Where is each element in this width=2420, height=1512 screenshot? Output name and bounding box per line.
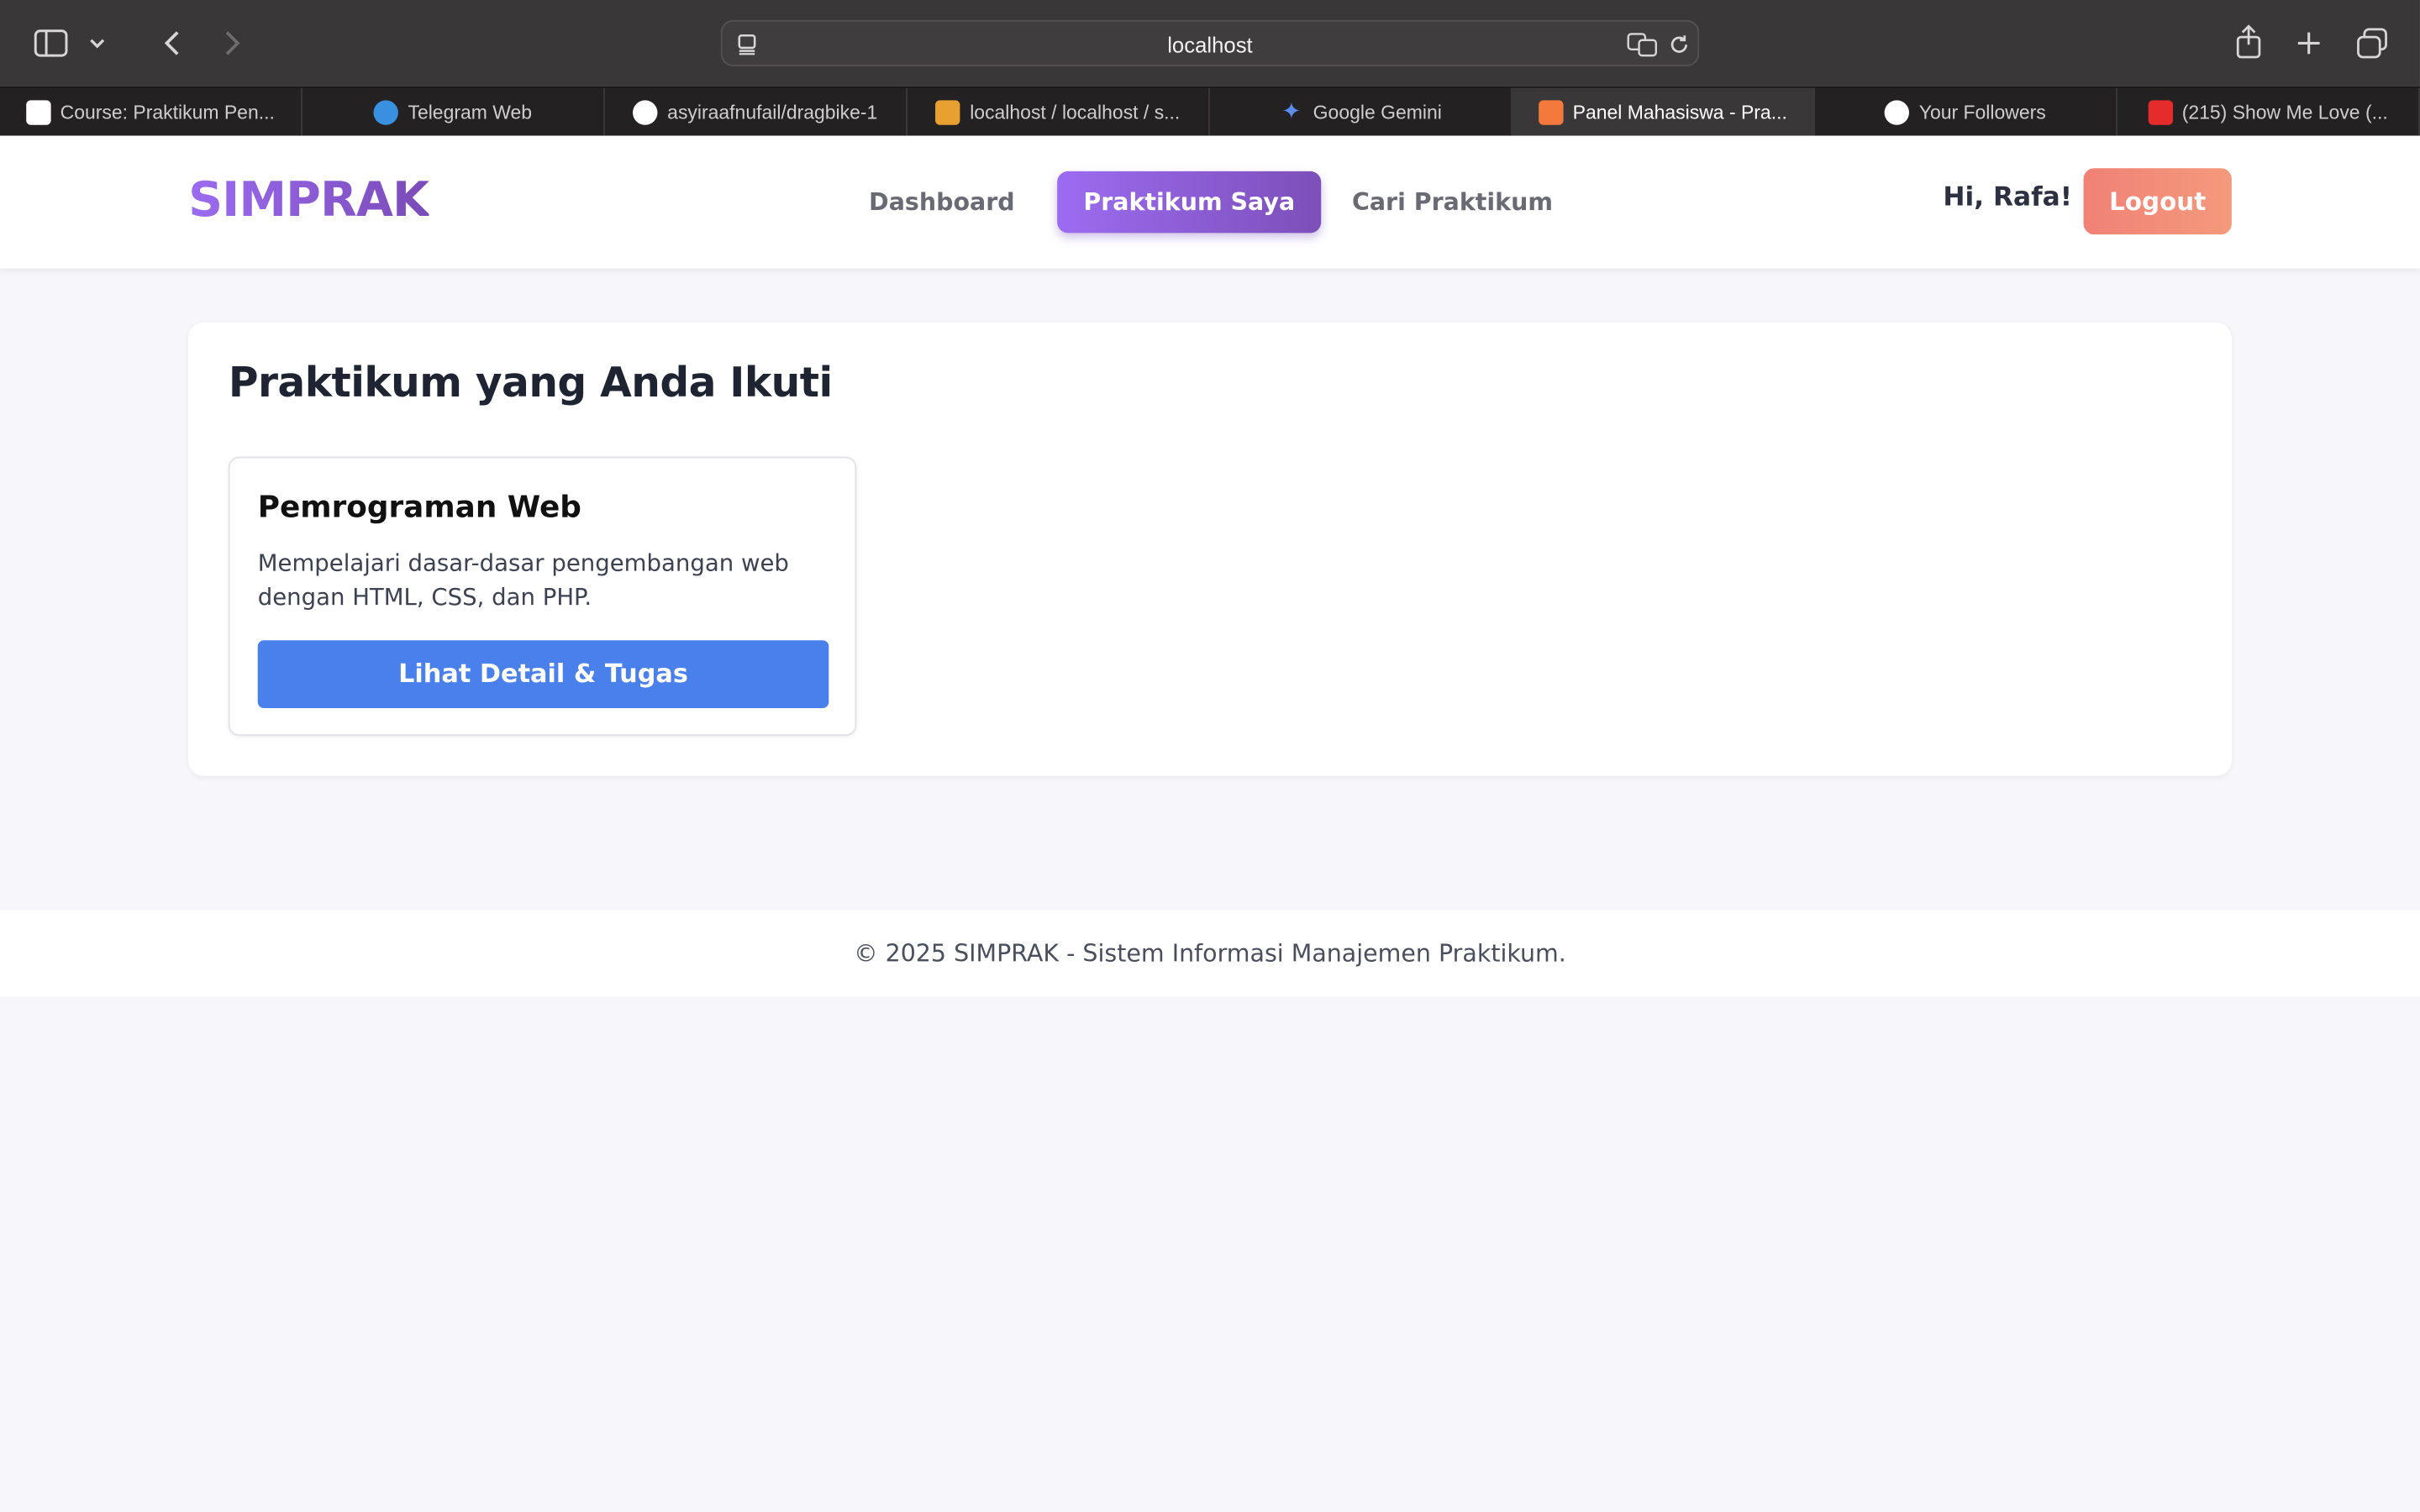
tab-label: asyiraafnufail/dragbike-1: [667, 102, 878, 123]
brand-logo[interactable]: SIMPRAK: [188, 166, 429, 234]
gemini-icon: ✦: [1281, 98, 1302, 125]
browser-tab[interactable]: localhost / localhost / s...: [908, 87, 1210, 138]
nav-praktikum-saya[interactable]: Praktikum Saya: [1057, 171, 1322, 234]
github-icon: [633, 100, 659, 125]
course-description: Mempelajari dasar-dasar pengembangan web…: [257, 549, 789, 612]
browser-toolbar: localhost: [0, 0, 2420, 87]
youtube-icon: [2148, 100, 2173, 125]
tab-strip: Course: Praktikum Pen... Telegram Web asyi…: [0, 86, 2420, 138]
course-card: Pemrograman Web Mempelajari dasar-dasar …: [228, 456, 857, 737]
moodle-icon: [26, 100, 51, 125]
url-text: localhost: [1167, 32, 1253, 57]
browser-tab[interactable]: Course: Praktikum Pen...: [0, 87, 302, 138]
tab-label: (215) Show Me Love (...: [2181, 102, 2388, 123]
nav-cari-praktikum[interactable]: Cari Praktikum: [1326, 171, 1580, 233]
browser-tab[interactable]: Panel Mahasiswa - Pra...: [1512, 87, 1815, 138]
logout-button[interactable]: Logout: [2083, 168, 2232, 235]
navbar: SIMPRAK Dashboard Praktikum Saya Cari Pr…: [0, 135, 2420, 269]
user-greeting: Hi, Rafa!: [1943, 181, 2072, 213]
tab-label: Course: Praktikum Pen...: [60, 102, 275, 123]
xampp-icon: [1539, 100, 1564, 125]
tab-label: localhost / localhost / s...: [970, 102, 1181, 123]
enrolled-courses-panel: Praktikum yang Anda Ikuti Pemrograman We…: [188, 322, 2232, 776]
browser-tab[interactable]: ✦ Google Gemini: [1210, 87, 1512, 138]
view-detail-button[interactable]: Lihat Detail & Tugas: [257, 640, 829, 709]
tab-label: Google Gemini: [1313, 102, 1442, 123]
page-title: Praktikum yang Anda Ikuti: [228, 359, 833, 407]
telegram-icon: [374, 100, 399, 125]
translate-icon[interactable]: [1627, 33, 1658, 57]
phpmyadmin-icon: [935, 100, 961, 125]
tab-label: Panel Mahasiswa - Pra...: [1572, 102, 1787, 123]
browser-tab[interactable]: (215) Show Me Love (...: [2118, 87, 2420, 138]
github-icon: [1885, 100, 1910, 125]
nav-dashboard[interactable]: Dashboard: [843, 171, 1041, 233]
browser-tab[interactable]: asyiraafnufail/dragbike-1: [605, 87, 908, 138]
tab-label: Telegram Web: [408, 102, 533, 123]
reload-icon[interactable]: [1668, 34, 1690, 55]
address-bar[interactable]: localhost: [720, 19, 1700, 66]
tab-label: Your Followers: [1918, 102, 2046, 123]
browser-tab[interactable]: Telegram Web: [302, 87, 605, 138]
browser-tab[interactable]: Your Followers: [1815, 87, 2118, 138]
page: SIMPRAK Dashboard Praktikum Saya Cari Pr…: [0, 135, 2420, 1512]
course-title: Pemrograman Web: [257, 489, 581, 525]
footer: © 2025 SIMPRAK - Sistem Informasi Manaje…: [0, 910, 2420, 997]
